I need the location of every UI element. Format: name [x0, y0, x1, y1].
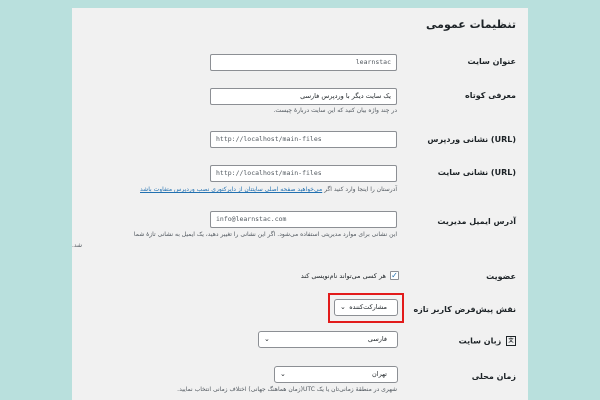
site-title-input[interactable]: learnstac — [210, 54, 397, 71]
tagline-value: یک سایت دیگر با وردپرس فارسی — [300, 92, 391, 100]
settings-panel: تنظیمات عمومی عنوان سایت learnstac معرفی… — [72, 8, 528, 400]
admin-email-description: این نشانی برای موارد مدیریتی استفاده می‌… — [133, 231, 397, 238]
admin-email-label: آدرس ایمیل مدیریت — [437, 217, 516, 226]
page-title: تنظیمات عمومی — [426, 18, 516, 31]
timezone-description: شهری در منطقهٔ زمانی‌تان یا یک UTC(زمان … — [177, 386, 397, 393]
tagline-description: در چند واژه بیان کنید که این سایت درباره… — [273, 107, 397, 114]
site-language-label: زبان سایت 文 — [459, 336, 516, 346]
site-url-help-link[interactable]: می‌خواهید صفحه اصلی سایتتان از دایرکتوری… — [140, 186, 322, 193]
default-role-label: نقش پیش‌فرض کاربر تازه — [413, 305, 516, 314]
wp-url-value: http://localhost/main-files — [216, 135, 322, 143]
checkmark-icon: ✓ — [391, 271, 398, 280]
timezone-label: زمان محلی — [471, 372, 516, 381]
site-language-text: زبان سایت — [458, 336, 502, 346]
wp-url-label: نشانی وردپرس (URL) — [427, 135, 516, 144]
site-title-value: learnstac — [355, 58, 391, 66]
tagline-input[interactable]: یک سایت دیگر با وردپرس فارسی — [210, 88, 397, 105]
tagline-label: معرفی کوتاه — [465, 91, 516, 100]
membership-checkbox-label[interactable]: هر کسی می‌تواند نام‌نویسی کند — [301, 272, 386, 280]
admin-email-value: info@learnstac.com — [216, 215, 287, 223]
site-title-label: عنوان سایت — [467, 57, 516, 66]
wp-url-input[interactable]: http://localhost/main-files — [210, 131, 397, 148]
site-url-label: نشانی سایت (URL) — [437, 168, 516, 177]
translation-icon: 文 — [506, 336, 516, 346]
timezone-value: تهران — [372, 370, 387, 378]
default-role-select[interactable]: ⌄ مشارکت‌کننده — [334, 299, 398, 316]
membership-checkbox[interactable]: ✓ — [390, 271, 399, 280]
site-language-value: فارسی — [367, 335, 387, 343]
site-url-input[interactable]: http://localhost/main-files — [210, 165, 397, 182]
admin-email-input[interactable]: info@learnstac.com — [210, 211, 397, 228]
site-url-description-text: آدرستان را اینجا وارد کنید اگر — [322, 186, 397, 193]
chevron-down-icon: ⌄ — [280, 370, 286, 378]
site-url-description: آدرستان را اینجا وارد کنید اگر می‌خواهید… — [140, 186, 397, 193]
site-url-value: http://localhost/main-files — [216, 169, 322, 177]
chevron-down-icon: ⌄ — [264, 335, 270, 343]
chevron-down-icon: ⌄ — [340, 303, 346, 311]
timezone-select[interactable]: ⌄ تهران — [274, 366, 398, 383]
default-role-value: مشارکت‌کننده — [349, 303, 387, 311]
membership-label: عضویت — [486, 272, 516, 281]
admin-email-description-cont: شد. — [72, 242, 83, 249]
site-language-select[interactable]: ⌄ فارسی — [258, 331, 398, 348]
